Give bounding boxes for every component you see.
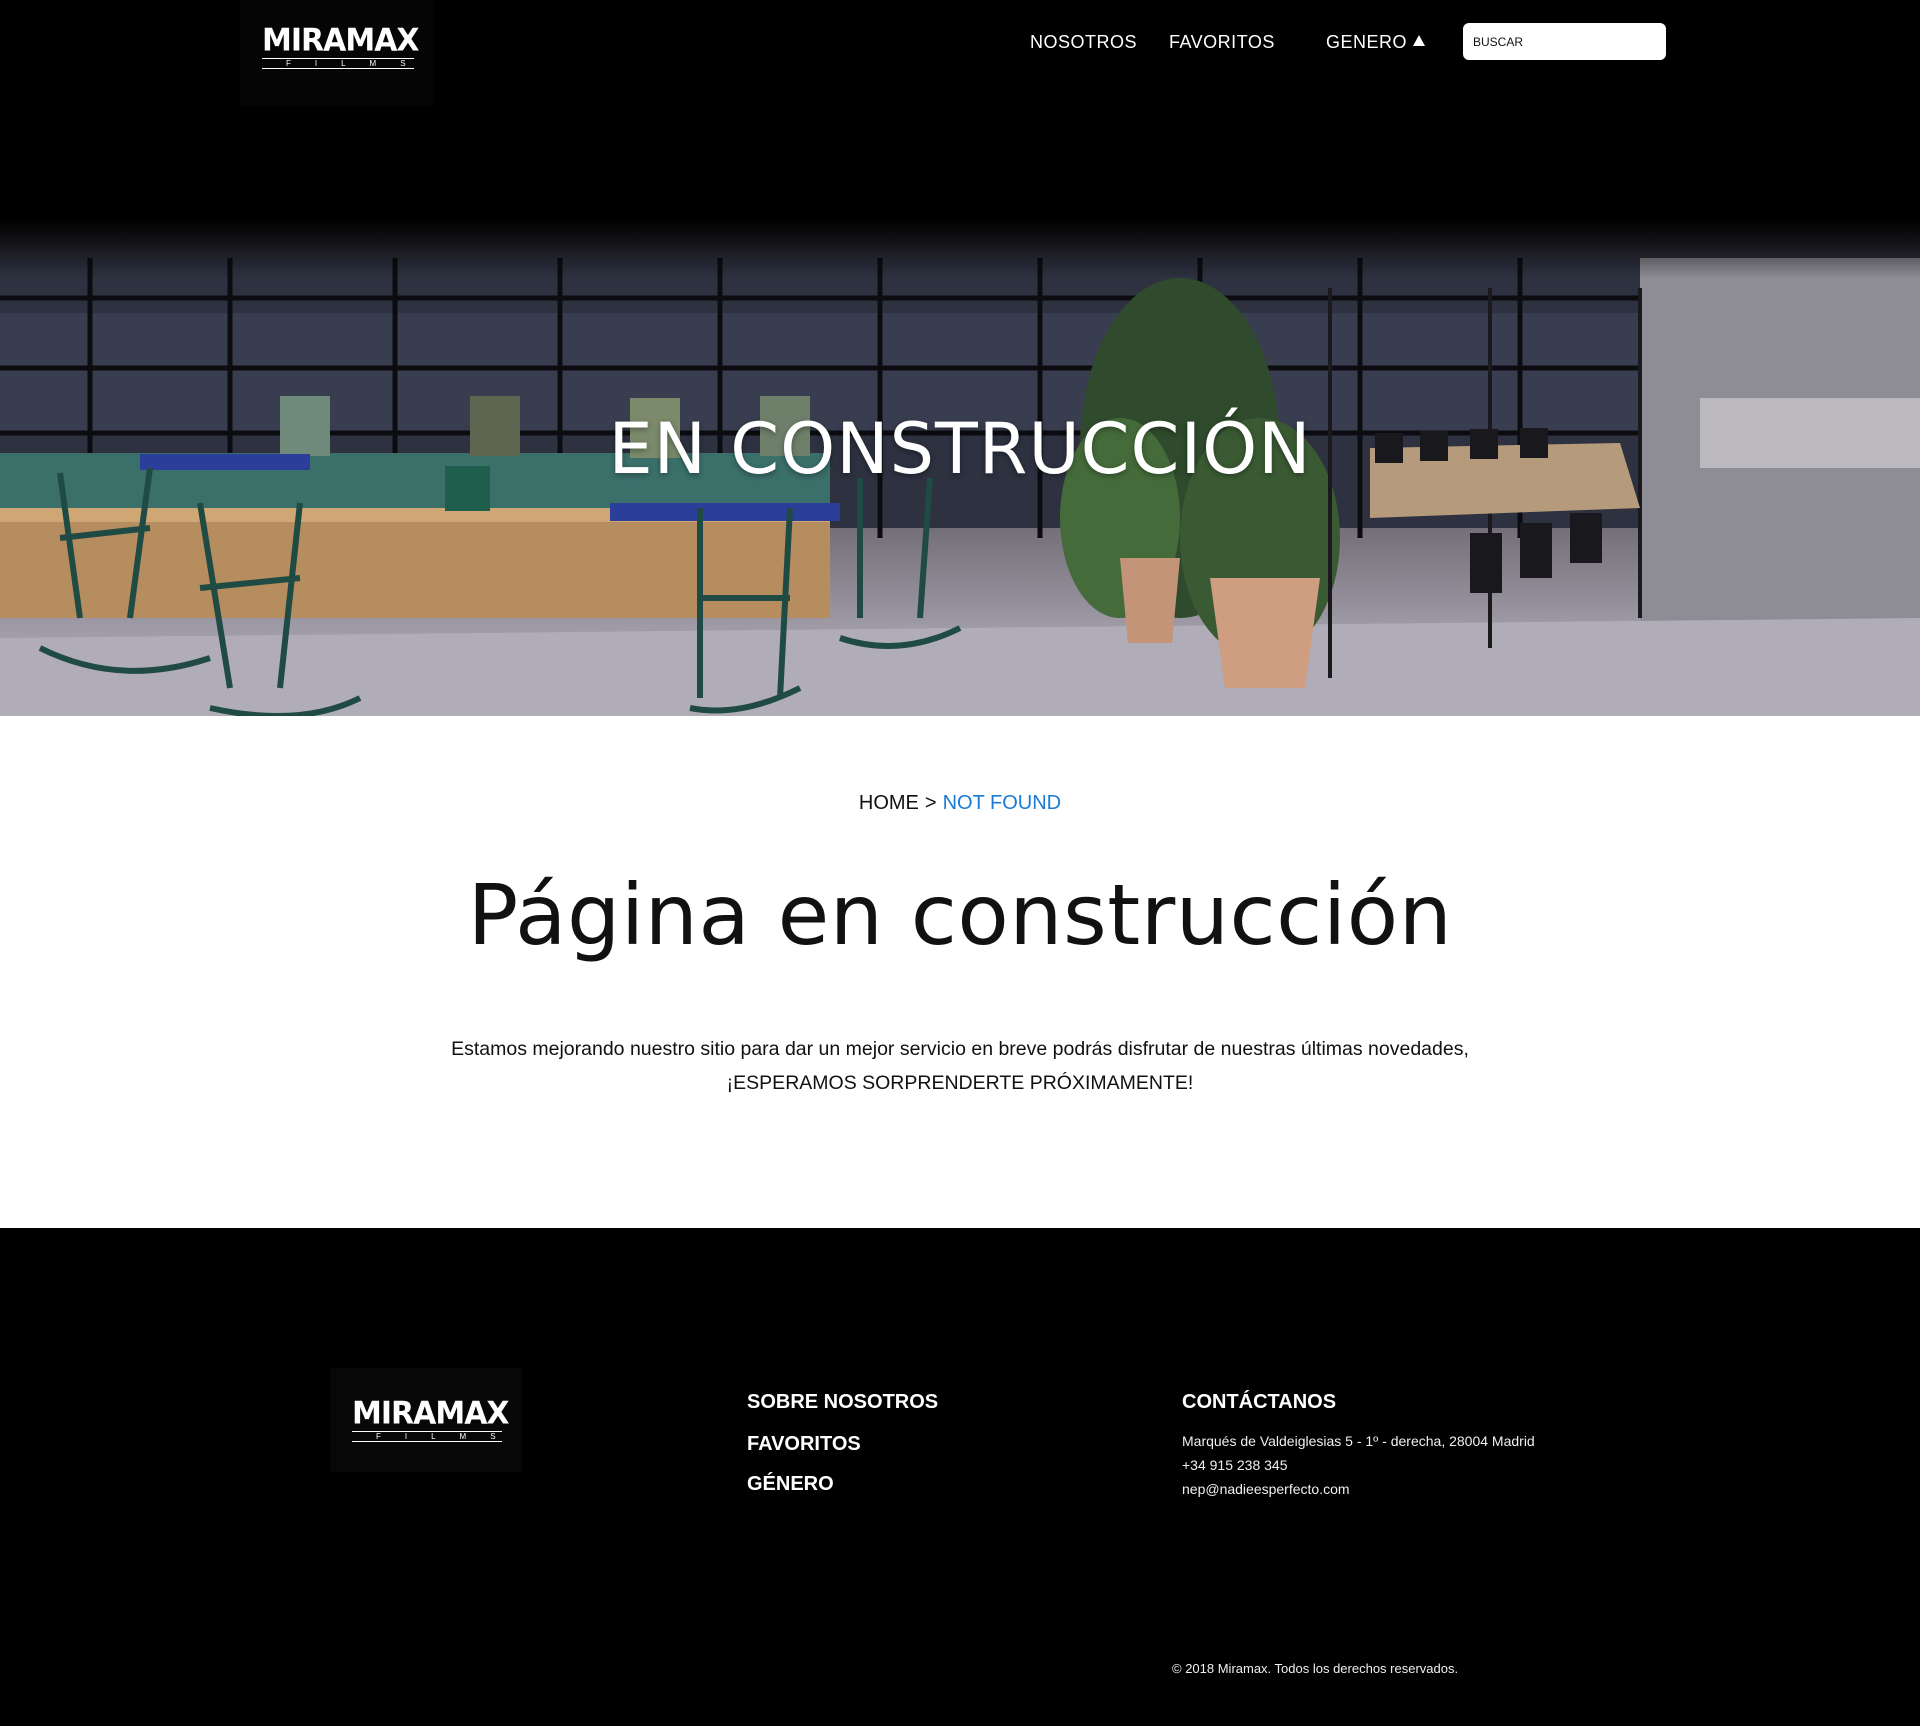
hero-title: EN CONSTRUCCIÓN (608, 408, 1312, 490)
logo-subtitle: FILMS (262, 58, 414, 69)
footer-miramax-logo: MIRAMAX FILMS (352, 1395, 510, 1442)
caret-up-icon (1413, 35, 1426, 46)
footer-contact-address: Marqués de Valdeiglesias 5 - 1º - derech… (1182, 1433, 1535, 1449)
footer-logo[interactable]: MIRAMAX FILMS (330, 1368, 522, 1472)
logo-wordmark: MIRAMAX (262, 22, 420, 59)
site-header: MIRAMAX FILMS NOSOTROS FAVORITOS GENERO (0, 0, 1920, 218)
footer-link-favoritos[interactable]: FAVORITOS (747, 1433, 861, 1456)
footer-link-genero[interactable]: GÉNERO (747, 1473, 834, 1496)
hero-top-fade (0, 218, 1920, 278)
message-line-2: ¡ESPERAMOS SORPRENDERTE PRÓXIMAMENTE! (726, 1072, 1194, 1094)
page-title: Página en construcción (467, 866, 1453, 964)
nav-nosotros[interactable]: NOSOTROS (1030, 32, 1137, 53)
search-input[interactable] (1463, 23, 1666, 60)
nav-genero-label: GENERO (1326, 32, 1408, 52)
message-line-1: Estamos mejorando nuestro sitio para dar… (451, 1038, 1469, 1060)
footer-logo-wordmark: MIRAMAX (352, 1395, 510, 1432)
site-footer: MIRAMAX FILMS SOBRE NOSOTROS FAVORITOS G… (0, 1228, 1920, 1726)
footer-contact-phone[interactable]: +34 915 238 345 (1182, 1457, 1288, 1473)
footer-logo-subtitle: FILMS (352, 1431, 502, 1442)
breadcrumb-separator: > (924, 792, 937, 814)
footer-link-sobre-nosotros[interactable]: SOBRE NOSOTROS (747, 1391, 938, 1414)
nav-genero-dropdown[interactable]: GENERO (1326, 32, 1426, 53)
footer-contact-title: CONTÁCTANOS (1182, 1391, 1337, 1413)
header-logo[interactable]: MIRAMAX FILMS (240, 0, 434, 106)
hero-banner: EN CONSTRUCCIÓN (0, 218, 1920, 716)
footer-contact: CONTÁCTANOS Marqués de Valdeiglesias 5 -… (1182, 1391, 1535, 1497)
nav-favoritos[interactable]: FAVORITOS (1169, 32, 1275, 53)
footer-contact-email[interactable]: nep@nadieesperfecto.com (1182, 1481, 1350, 1497)
breadcrumb: HOME > NOT FOUND (0, 792, 1920, 815)
footer-copyright: © 2018 Miramax. Todos los derechos reser… (1172, 1661, 1459, 1676)
construction-message: Estamos mejorando nuestro sitio para dar… (0, 1032, 1920, 1100)
miramax-logo: MIRAMAX FILMS (262, 22, 420, 69)
breadcrumb-current: NOT FOUND (942, 792, 1062, 814)
breadcrumb-home-link[interactable]: HOME (859, 792, 919, 814)
